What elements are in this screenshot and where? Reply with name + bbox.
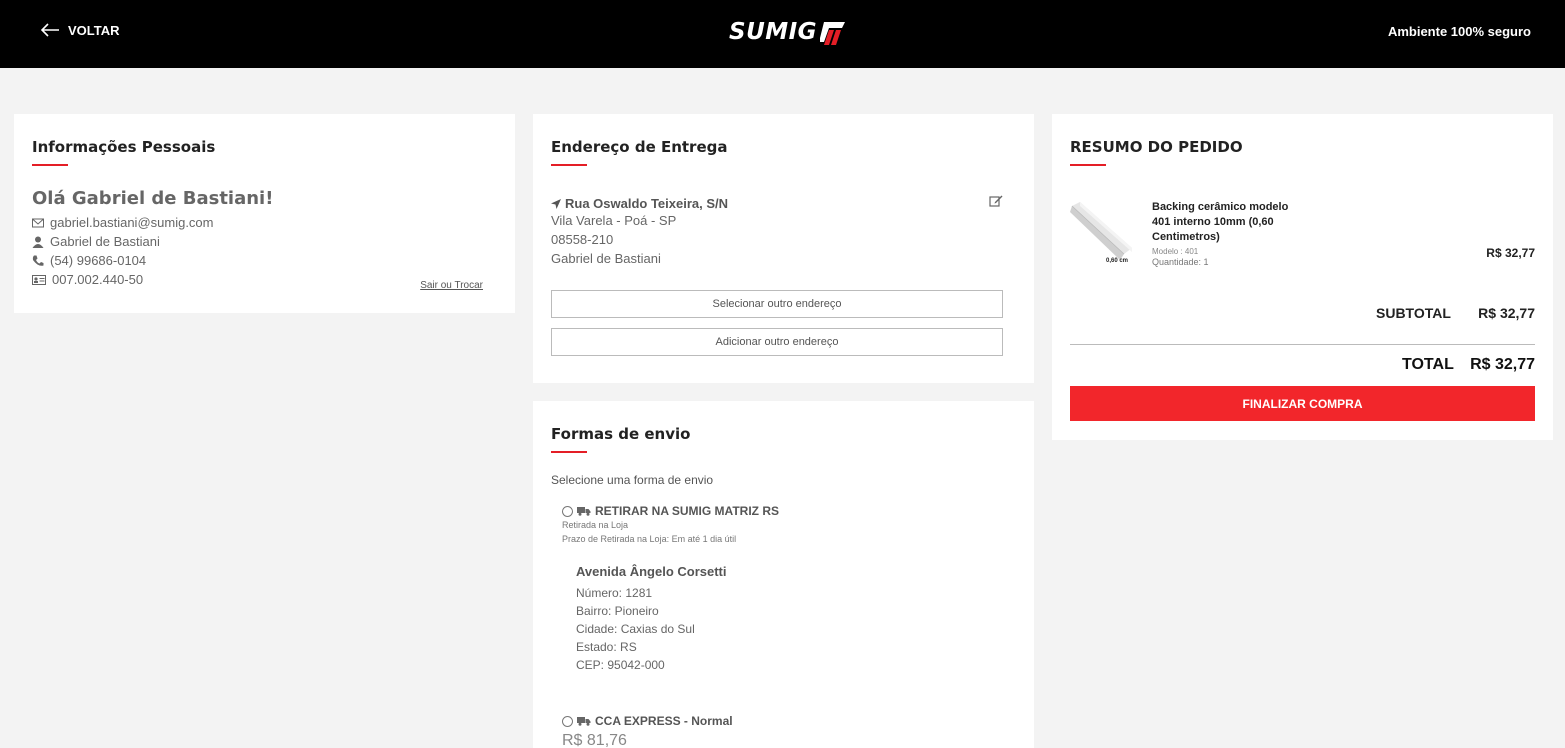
phone-icon [32, 255, 44, 266]
shipping-option-subtitle: Retirada na Loja [562, 520, 629, 530]
address-zip: 08558-210 [551, 232, 614, 247]
store-state: Estado: RS [576, 640, 637, 654]
summary-divider [1070, 344, 1535, 345]
logo-text: SUMIG [729, 19, 818, 45]
store-number: Número: 1281 [576, 586, 653, 600]
shipping-option-name: CCA EXPRESS - Normal [595, 714, 733, 728]
order-summary-card: RESUMO DO PEDIDO 0,60 cm Backing cerâmic… [1052, 114, 1553, 440]
product-thumbnail: 0,60 cm [1070, 202, 1132, 264]
title-underline [551, 164, 587, 166]
shipping-option-price: R$ 81,76 [562, 732, 627, 748]
email-line: gabriel.bastiani@sumig.com [32, 213, 497, 232]
secure-environment-label: Ambiente 100% seguro [1387, 24, 1531, 39]
shipping-methods-card: Formas de envio Selecione uma forma de e… [533, 401, 1034, 748]
delivery-address-card: Endereço de Entrega Rua Oswaldo Teixeira… [533, 114, 1034, 383]
subtotal-label: SUBTOTAL [1376, 305, 1451, 321]
logout-link[interactable]: Sair ou Trocar [420, 280, 483, 291]
name-value: Gabriel de Bastiani [50, 234, 160, 249]
sumig-logo[interactable]: SUMIG [729, 18, 846, 46]
address-recipient: Gabriel de Bastiani [551, 251, 661, 266]
finalize-purchase-button[interactable]: FINALIZAR COMPRA [1070, 386, 1535, 421]
back-label: VOLTAR [68, 22, 120, 38]
edit-icon[interactable] [989, 194, 1003, 208]
shipping-option-row: RETIRAR NA SUMIG MATRIZ RS [562, 504, 779, 518]
delivery-address-title: Endereço de Entrega [551, 138, 728, 156]
order-summary-title: RESUMO DO PEDIDO [1070, 138, 1243, 156]
store-zip: CEP: 95042-000 [576, 658, 665, 672]
store-district: Bairro: Pioneiro [576, 604, 659, 618]
top-header: VOLTAR SUMIG Ambiente 100% seguro [0, 0, 1565, 68]
location-arrow-icon [551, 198, 561, 209]
back-button[interactable]: VOLTAR [40, 22, 120, 38]
product-thumbnail-label: 0,60 cm [1106, 258, 1128, 264]
title-underline [32, 164, 68, 166]
shipping-radio[interactable] [562, 715, 573, 727]
phone-value: (54) 99686-0104 [50, 253, 147, 268]
select-other-address-button[interactable]: Selecionar outro endereço [551, 290, 1003, 318]
address-street-line: Rua Oswaldo Teixeira, S/N [551, 196, 1016, 211]
truck-icon [577, 717, 591, 726]
greeting: Olá Gabriel de Bastiani! [32, 188, 274, 209]
total-label: TOTAL [1402, 356, 1454, 373]
product-price: R$ 32,77 [1486, 246, 1535, 260]
shipping-prompt: Selecione uma forma de envio [551, 473, 714, 487]
product-quantity: Quantidade: 1 [1152, 257, 1209, 267]
shipping-option-name: RETIRAR NA SUMIG MATRIZ RS [595, 504, 779, 518]
subtotal-value: R$ 32,77 [1478, 305, 1535, 321]
envelope-icon [32, 218, 44, 227]
shipping-option-row: CCA EXPRESS - Normal [562, 714, 733, 728]
shipping-option-cca-express[interactable]: CCA EXPRESS - Normal R$ 81,76 [562, 714, 733, 748]
shipping-option-store-pickup[interactable]: RETIRAR NA SUMIG MATRIZ RS Retirada na L… [562, 504, 779, 546]
store-street: Avenida Ângelo Corsetti [576, 564, 727, 579]
phone-line: (54) 99686-0104 [32, 251, 497, 270]
document-value: 007.002.440-50 [52, 272, 144, 287]
add-other-address-button[interactable]: Adicionar outro endereço [551, 328, 1003, 356]
title-underline [1070, 164, 1106, 166]
address-street: Rua Oswaldo Teixeira, S/N [565, 196, 729, 211]
truck-icon [577, 507, 591, 516]
logo-mark-icon [820, 22, 846, 45]
address-district-city: Vila Varela - Poá - SP [551, 213, 677, 228]
title-underline [551, 451, 587, 453]
shipping-option-detail: Prazo de Retirada na Loja: Em até 1 dia … [562, 534, 737, 544]
email-value: gabriel.bastiani@sumig.com [50, 215, 214, 230]
name-line: Gabriel de Bastiani [32, 232, 497, 251]
store-city: Cidade: Caxias do Sul [576, 622, 695, 636]
total-value: R$ 32,77 [1470, 356, 1535, 373]
pickup-store-address: Avenida Ângelo Corsetti Número: 1281 Bai… [576, 564, 726, 674]
product-name[interactable]: Backing cerâmico modelo 401 interno 10mm… [1152, 200, 1302, 245]
product-model: Modelo : 401 [1152, 247, 1199, 256]
personal-info-list: gabriel.bastiani@sumig.com Gabriel de Ba… [32, 213, 497, 289]
shipping-radio[interactable] [562, 505, 573, 517]
arrow-left-icon [40, 23, 59, 37]
personal-info-card: Informações Pessoais Olá Gabriel de Bast… [14, 114, 515, 313]
personal-info-title: Informações Pessoais [32, 138, 216, 156]
user-icon [32, 236, 44, 248]
shipping-methods-title: Formas de envio [551, 425, 691, 443]
id-card-icon [32, 274, 46, 285]
